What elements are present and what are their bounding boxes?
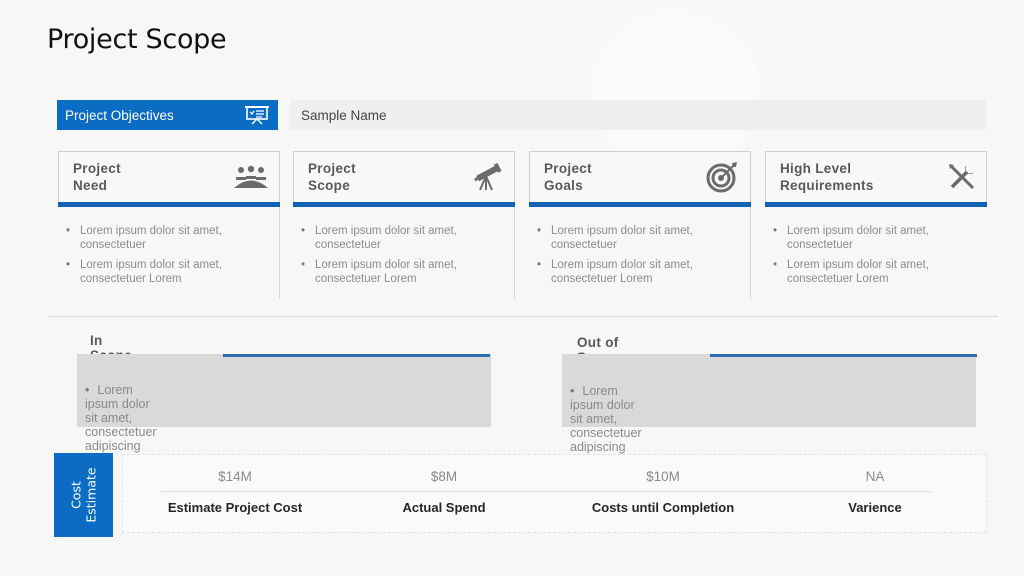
- cost-table: $14M Estimate Project Cost $8M Actual Sp…: [122, 454, 987, 533]
- cost-label: Actual Spend: [402, 500, 486, 515]
- bullet-item: Lorem ipsum dolor sit amet, consectetuer…: [537, 258, 742, 286]
- bullet-item: Lorem ipsum dolor sit amet, consectetuer: [773, 224, 979, 252]
- team-meeting-icon: [233, 165, 269, 189]
- cost-value: $8M: [430, 469, 458, 484]
- cost-value: $10M: [646, 469, 680, 484]
- telescope-icon: [472, 163, 504, 191]
- card-high-level-requirements: High Level Requirements Lorem ipsum dolo…: [765, 151, 987, 299]
- card-project-scope: Project Scope Lorem ipsum dolor sit amet…: [293, 151, 515, 299]
- cost-label: Costs until Completion: [591, 500, 735, 515]
- card-title: Project Need: [73, 161, 121, 193]
- bullet-item: Lorem ipsum dolor sit amet, consectetuer…: [773, 258, 979, 286]
- cost-estimate-tag: Cost Estimate: [54, 453, 113, 537]
- cost-value: NA: [865, 469, 885, 484]
- card-title: High Level Requirements: [780, 161, 874, 193]
- card-header: Project Scope: [293, 151, 515, 202]
- bullet-item: Lorem ipsum dolor sit amet, consectetuer: [537, 224, 742, 252]
- project-objectives-text: Project Objectives: [65, 107, 174, 123]
- bullet-item: Lorem ipsum dolor sit amet, consectetuer: [66, 224, 271, 252]
- card-project-goals: Project Goals Lorem ipsum dolor sit amet…: [529, 151, 751, 299]
- card-header: Project Need: [58, 151, 280, 202]
- cost-estimate-label: Cost Estimate: [68, 467, 99, 523]
- card-body: Lorem ipsum dolor sit amet, consectetuer…: [293, 207, 515, 299]
- card-body: Lorem ipsum dolor sit amet, consectetuer…: [529, 207, 751, 299]
- background-decoration: [590, 10, 760, 170]
- card-body: Lorem ipsum dolor sit amet, consectetuer…: [765, 207, 987, 299]
- cost-label: Estimate Project Cost: [167, 500, 303, 515]
- out-of-scope-accent-line: [710, 354, 977, 357]
- project-name-field[interactable]: Sample Name: [290, 100, 986, 130]
- presentation-board-icon: [244, 105, 270, 125]
- bullet-item: Lorem ipsum dolor sit amet, consectetuer…: [301, 258, 506, 286]
- target-icon: [706, 161, 740, 193]
- bullet-item: Lorem ipsum dolor sit amet, consectetuer…: [66, 258, 271, 286]
- tools-icon: [948, 163, 976, 191]
- cost-value: $14M: [218, 469, 252, 484]
- cost-divider-line: [161, 491, 931, 492]
- bullet-item: Lorem ipsum dolor sit amet, consectetuer: [301, 224, 506, 252]
- in-scope-accent-line: [223, 354, 490, 357]
- project-objectives-label: Project Objectives: [57, 100, 278, 130]
- cost-label: Varience: [848, 500, 902, 515]
- section-divider: [48, 316, 998, 317]
- card-project-need: Project Need Lorem ipsum dolor sit amet,…: [58, 151, 280, 299]
- card-body: Lorem ipsum dolor sit amet, consectetuer…: [58, 207, 280, 299]
- page-title: Project Scope: [47, 24, 227, 55]
- card-title: Project Goals: [544, 161, 592, 193]
- card-header: Project Goals: [529, 151, 751, 202]
- card-title: Project Scope: [308, 161, 356, 193]
- card-header: High Level Requirements: [765, 151, 987, 202]
